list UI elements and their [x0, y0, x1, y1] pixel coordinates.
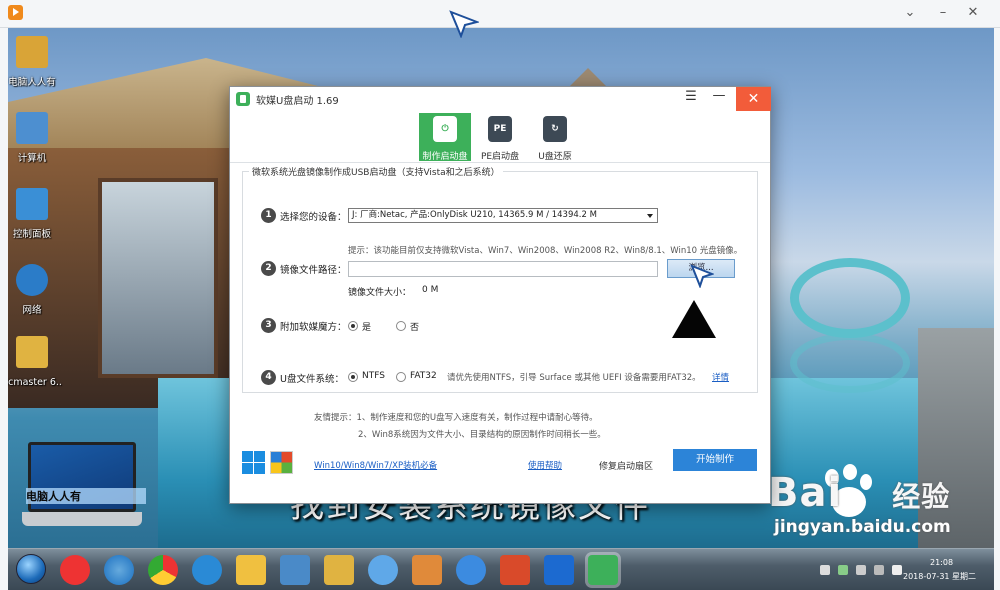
settings-group: 微软系统光盘镜像制作成USB启动盘（支持Vista和之后系统）: [242, 165, 758, 393]
close-button[interactable]: ✕: [736, 87, 771, 111]
network-tray-icon[interactable]: [874, 565, 884, 575]
ntfs-label: NTFS: [362, 371, 385, 381]
section-title: 微软系统光盘镜像制作成USB启动盘（支持Vista和之后系统）: [249, 165, 503, 178]
laptop-base: [22, 512, 142, 526]
power-usb-icon: ⏻: [433, 116, 457, 142]
details-link[interactable]: 详情: [712, 371, 729, 383]
folder-icon: [16, 336, 48, 368]
usb-app-logo-icon: [236, 92, 250, 106]
villa-window: [98, 178, 218, 378]
tools-icon[interactable]: [544, 555, 574, 585]
clock-date[interactable]: 2018-07-31 星期二: [903, 571, 976, 582]
windows-xp-logo-icon: [270, 451, 293, 474]
folder-person-icon: [16, 36, 48, 68]
cursor-pointer-icon: [690, 264, 714, 288]
fat32-label: FAT32: [410, 371, 437, 381]
tab-usb-restore[interactable]: ↻ U盘还原: [529, 113, 581, 162]
desktop-icon-pc-user[interactable]: 电脑人人有: [8, 36, 62, 89]
fat32-radio[interactable]: [396, 372, 406, 382]
player-title-bar: ⌄ – ✕: [0, 0, 1000, 28]
start-button[interactable]: 开始制作: [673, 449, 757, 471]
device-select[interactable]: J: 厂商:Netac, 产品:OnlyDisk U210, 14365.9 M…: [348, 208, 658, 223]
tab-pe-boot-disk[interactable]: PE PE启动盘: [474, 113, 526, 162]
minimize-icon[interactable]: —: [708, 88, 730, 110]
network-globe-icon: [16, 264, 48, 296]
filesystem-note: 请优先使用NTFS，引导 Surface 或其他 UEFI 设备需要用FAT32…: [447, 373, 701, 383]
note-icon[interactable]: [236, 555, 266, 585]
baidu-watermark: Bai 经验: [768, 470, 951, 516]
desktop-icon-computer[interactable]: 计算机: [8, 112, 62, 165]
paint-icon[interactable]: [412, 555, 442, 585]
chevron-down-icon: [647, 214, 653, 218]
desktop-icon-control-panel[interactable]: 控制面板: [8, 188, 62, 241]
minimize-icon[interactable]: –: [933, 3, 953, 23]
ntfs-radio[interactable]: [348, 372, 358, 382]
addon-label: 附加软媒魔方：: [280, 322, 347, 333]
tray-icon[interactable]: [820, 565, 830, 575]
window-title: 软媒U盘启动 1.69: [256, 96, 339, 107]
baidu-url: jingyan.baidu.com: [774, 517, 951, 537]
ring-reflection: [790, 333, 910, 393]
control-panel-icon: [16, 188, 48, 220]
image-path-input[interactable]: [348, 261, 658, 277]
restore-icon: ↻: [543, 116, 567, 142]
tips-text: 友情提示：1、制作速度和您的U盘写入速度有关，制作过程中请耐心等待。 2、Win…: [314, 413, 606, 440]
taskbar: 21:08 2018-07-31 星期二: [8, 548, 994, 590]
player-frame-left: [0, 28, 8, 590]
device-label: 选择您的设备：: [280, 212, 347, 223]
installer-essentials-link[interactable]: Win10/Win8/Win7/XP装机必备: [314, 459, 437, 471]
ring-sculpture: [790, 258, 910, 338]
black-triangle-pointer-icon: [672, 300, 716, 338]
addon-yes-radio[interactable]: [348, 321, 358, 331]
filesystem-label: U盘文件系统：: [280, 374, 344, 385]
image-hint: 提示：该功能目前仅支持微软Vista、Win7、Win2008、Win2008 …: [348, 246, 743, 256]
tray-icon[interactable]: [856, 565, 866, 575]
menu-icon[interactable]: ☰: [682, 89, 700, 109]
pinwheel-icon[interactable]: [368, 555, 398, 585]
player-logo-icon: [8, 5, 23, 20]
chevron-down-icon[interactable]: ⌄: [900, 3, 920, 23]
control-icon[interactable]: [280, 555, 310, 585]
player-frame-right: [994, 28, 1000, 590]
repair-boot-sector-link[interactable]: 修复启动扇区: [599, 459, 653, 472]
desktop-icon-network[interactable]: 网络: [8, 264, 62, 317]
addon-no-radio[interactable]: [396, 321, 406, 331]
usb-boot-window: 软媒U盘启动 1.69 ☰ — ✕ ⏻ 制作启动盘 PE PE启动盘 ↻ U盘还…: [229, 86, 771, 504]
pe-usb-icon: PE: [488, 116, 512, 142]
tab-make-boot-disk[interactable]: ⏻ 制作启动盘: [419, 113, 471, 162]
image-size-value: 0 M: [422, 285, 439, 295]
browser-icon[interactable]: [192, 555, 222, 585]
media-icon[interactable]: [456, 555, 486, 585]
usb-app-taskbar-icon[interactable]: [588, 555, 618, 585]
help-link[interactable]: 使用帮助: [528, 459, 562, 471]
video-icon[interactable]: [500, 555, 530, 585]
step-number: 3: [261, 318, 276, 333]
step-number: 4: [261, 370, 276, 385]
step-number: 2: [261, 261, 276, 276]
tab-bar: ⏻ 制作启动盘 PE PE启动盘 ↻ U盘还原: [230, 111, 770, 163]
computer-icon: [16, 112, 48, 144]
ie-icon[interactable]: [104, 555, 134, 585]
laptop-brand-text: 电脑人人有: [26, 488, 146, 504]
image-size-label: 镜像文件大小：: [348, 288, 412, 298]
step-number: 1: [261, 208, 276, 223]
cursor-arrow-icon: [449, 10, 479, 38]
close-icon[interactable]: ✕: [963, 3, 983, 23]
start-orb-icon[interactable]: [16, 554, 46, 584]
app-red-icon[interactable]: [60, 555, 90, 585]
addon-yes-label: 是: [362, 323, 372, 333]
chrome-icon[interactable]: [148, 555, 178, 585]
window-title-bar[interactable]: 软媒U盘启动 1.69 ☰ — ✕: [230, 87, 771, 111]
clock-time[interactable]: 21:08: [930, 558, 953, 567]
volume-tray-icon[interactable]: [892, 565, 902, 575]
addon-no-label: 否: [410, 323, 420, 333]
explorer-icon[interactable]: [324, 555, 354, 585]
windows10-logo-icon: [242, 451, 265, 474]
image-path-label: 镜像文件路径：: [280, 265, 347, 276]
tray-icon[interactable]: [838, 565, 848, 575]
desktop-icon-pcmaster[interactable]: pcmaster 6..: [8, 336, 62, 389]
